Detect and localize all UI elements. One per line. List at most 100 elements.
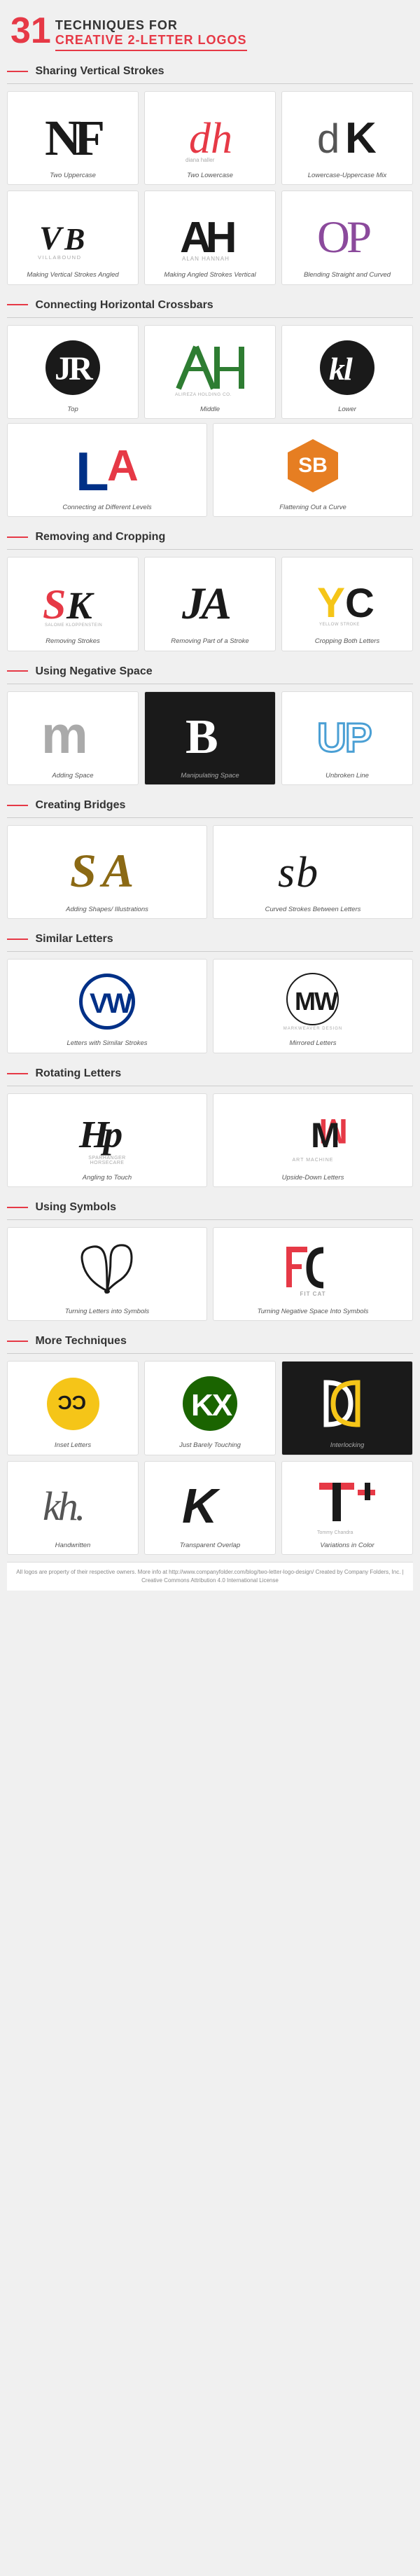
svg-text:kl: kl: [329, 351, 353, 387]
logo-label-angling-touch: Angling to Touch: [83, 1174, 132, 1182]
svg-text:K: K: [66, 584, 94, 627]
logo-card-removing-strokes: S K SALOME KLOPPENSTEIN Removing Strokes: [7, 557, 139, 651]
logo-label-top: Top: [67, 406, 78, 414]
logo-card-similar-strokes: VW Letters with Similar Strokes: [7, 959, 207, 1053]
logo-card-manipulating-space: B Manipulating Space: [144, 691, 276, 785]
svg-text:d: d: [317, 116, 340, 162]
logo-label-similar-strokes: Letters with Similar Strokes: [66, 1039, 147, 1048]
logo-label-transparent-overlap: Transparent Overlap: [180, 1542, 240, 1550]
logo-card-transparent-overlap: K Transparent Overlap: [144, 1461, 276, 1555]
svg-text:ALIREZA HOLDING CO.: ALIREZA HOLDING CO.: [175, 392, 232, 397]
logo-card-barely-touching: KX Just Barely Touching: [144, 1361, 276, 1455]
svg-text:A: A: [107, 442, 139, 490]
svg-text:L: L: [76, 441, 109, 502]
svg-text:A: A: [99, 844, 134, 897]
svg-text:dh: dh: [189, 115, 232, 162]
svg-text:OP: OP: [317, 212, 370, 263]
section-title-negative: Using Negative Space: [7, 658, 413, 684]
section-connecting: Connecting Horizontal Crossbars JR Top: [7, 292, 413, 518]
logo-label-two-uppercase: Two Uppercase: [50, 172, 96, 180]
logo-card-unbroken-line: UP Unbroken Line: [281, 691, 413, 785]
logo-card-two-lowercase: dh diana haller Two Lowercase: [144, 91, 276, 185]
section-title-rotating: Rotating Letters: [7, 1060, 413, 1086]
logo-card-curved-strokes: sb Curved Strokes Between Letters: [213, 825, 413, 919]
svg-text:Tommy Chandra: Tommy Chandra: [317, 1530, 353, 1535]
logo-label-flattening-curve: Flattening Out a Curve: [279, 504, 346, 512]
logo-card-upside-down: M M ART MACHINE Upside-Down Letters: [213, 1093, 413, 1187]
svg-text:SALOME KLOPPENSTEIN: SALOME KLOPPENSTEIN: [45, 623, 102, 628]
svg-text:VILLABOUND: VILLABOUND: [38, 254, 82, 261]
header-line1: TECHNIQUES FOR: [55, 18, 247, 33]
svg-text:AH: AH: [180, 214, 234, 262]
page-wrapper: 31 TECHNIQUES FOR CREATIVE 2-LETTER LOGO…: [0, 0, 420, 1591]
logo-label-angled-vertical: Making Angled Strokes Vertical: [164, 271, 255, 279]
logo-label-upside-down: Upside-Down Letters: [282, 1174, 344, 1182]
section-similar-letters: Similar Letters VW Letters with Similar …: [7, 926, 413, 1053]
svg-text:Hp: Hp: [78, 1113, 122, 1156]
logo-label-mirrored-letters: Mirrored Letters: [289, 1039, 336, 1048]
svg-text:UP: UP: [317, 715, 371, 761]
logo-label-barely-touching: Just Barely Touching: [179, 1441, 241, 1450]
section-title-sharing: Sharing Vertical Strokes: [7, 58, 413, 84]
logo-label-inset-letters: Inset Letters: [55, 1441, 91, 1450]
logo-card-angling-touch: Hp SPARHANGERHORSECARE Angling to Touch: [7, 1093, 207, 1187]
section-removing-cropping: Removing and Cropping S K SALOME KLOPPEN…: [7, 524, 413, 651]
svg-text:JR: JR: [55, 350, 94, 387]
svg-text:B: B: [186, 710, 218, 764]
svg-text:JA: JA: [181, 579, 230, 629]
section-title-removing: Removing and Cropping: [7, 524, 413, 550]
logo-card-turning-symbols: Turning Letters into Symbols: [7, 1227, 207, 1321]
svg-text:M: M: [311, 1116, 340, 1155]
logo-card-middle: ALIREZA HOLDING CO. Middle: [144, 325, 276, 419]
svg-text:K: K: [182, 1479, 220, 1533]
logo-card-lower: kl Lower: [281, 325, 413, 419]
section-creating-bridges: Creating Bridges S A Adding Shapes/ Illu…: [7, 792, 413, 919]
logo-label-turning-negative-space: Turning Negative Space Into Symbols: [258, 1308, 369, 1316]
logo-label-angled: Making Vertical Strokes Angled: [27, 271, 118, 279]
svg-text:C: C: [345, 581, 374, 626]
header-number: 31: [10, 13, 51, 49]
section-rotating-letters: Rotating Letters Hp SPARHANGERHORSECARE …: [7, 1060, 413, 1187]
section-title-more: More Techniques: [7, 1328, 413, 1354]
svg-text:MW: MW: [295, 987, 338, 1016]
logo-label-middle: Middle: [200, 406, 220, 414]
section-negative-space: Using Negative Space m Adding Space B: [7, 658, 413, 785]
svg-text:NF: NF: [45, 110, 103, 166]
logo-card-turning-negative-space: FIT CAT Turning Negative Space Into Symb…: [213, 1227, 413, 1321]
logo-label-straight-curved: Blending Straight and Curved: [304, 271, 391, 279]
section-using-symbols: Using Symbols Turning Letters into Symbo…: [7, 1194, 413, 1321]
footer: All logos are property of their respecti…: [7, 1562, 413, 1591]
logo-card-interlocking: Interlocking: [281, 1361, 413, 1455]
svg-text:sb: sb: [278, 849, 319, 896]
logo-label-removing-strokes: Removing Strokes: [46, 637, 100, 646]
logo-card-lowercase-uppercase-mix: d K Lowercase-Uppercase Mix: [281, 91, 413, 185]
logo-label-variations-color: Variations in Color: [320, 1542, 374, 1550]
section-title-bridges: Creating Bridges: [7, 792, 413, 818]
logo-card-removing-part: JA Removing Part of a Stroke: [144, 557, 276, 651]
logo-card-straight-curved: OP Blending Straight and Curved: [281, 191, 413, 284]
logo-card-handwritten: kh. Handwritten: [7, 1461, 139, 1555]
logo-label-adding-space: Adding Space: [52, 772, 93, 780]
logo-label-lower: Lower: [338, 406, 356, 414]
logo-card-angled: V B VILLABOUND Making Vertical Strokes A…: [7, 191, 139, 284]
svg-text:CC: CC: [58, 1392, 86, 1413]
section-title-symbols: Using Symbols: [7, 1194, 413, 1220]
logo-label-handwritten: Handwritten: [55, 1542, 91, 1550]
logo-card-flattening-curve: SB Flattening Out a Curve: [213, 423, 413, 517]
svg-text:S: S: [70, 844, 97, 897]
logo-card-top: JR Top: [7, 325, 139, 419]
header-line2: CREATIVE 2-LETTER LOGOS: [55, 33, 247, 48]
logo-label-manipulating-space: Manipulating Space: [181, 772, 239, 780]
svg-text:B: B: [64, 222, 85, 256]
svg-text:m: m: [41, 705, 88, 764]
svg-text:K: K: [345, 114, 377, 162]
logo-label-adding-shapes: Adding Shapes/ Illustrations: [66, 906, 148, 914]
logo-card-two-uppercase: NF Two Uppercase: [7, 91, 139, 185]
logo-label-lowercase-uppercase-mix: Lowercase-Uppercase Mix: [308, 172, 386, 180]
logo-card-variations-color: Tommy Chandra Variations in Color: [281, 1461, 413, 1555]
logo-card-mirrored-letters: MW MARKWEAVER DESIGN Mirrored Letters: [213, 959, 413, 1053]
logo-label-turning-symbols: Turning Letters into Symbols: [65, 1308, 149, 1316]
logo-card-cropping-both: Y C YELLOW STROKE Cropping Both Letters: [281, 557, 413, 651]
section-sharing-vertical-strokes: Sharing Vertical Strokes NF Two Uppercas…: [7, 58, 413, 285]
logo-label-two-lowercase: Two Lowercase: [187, 172, 233, 180]
